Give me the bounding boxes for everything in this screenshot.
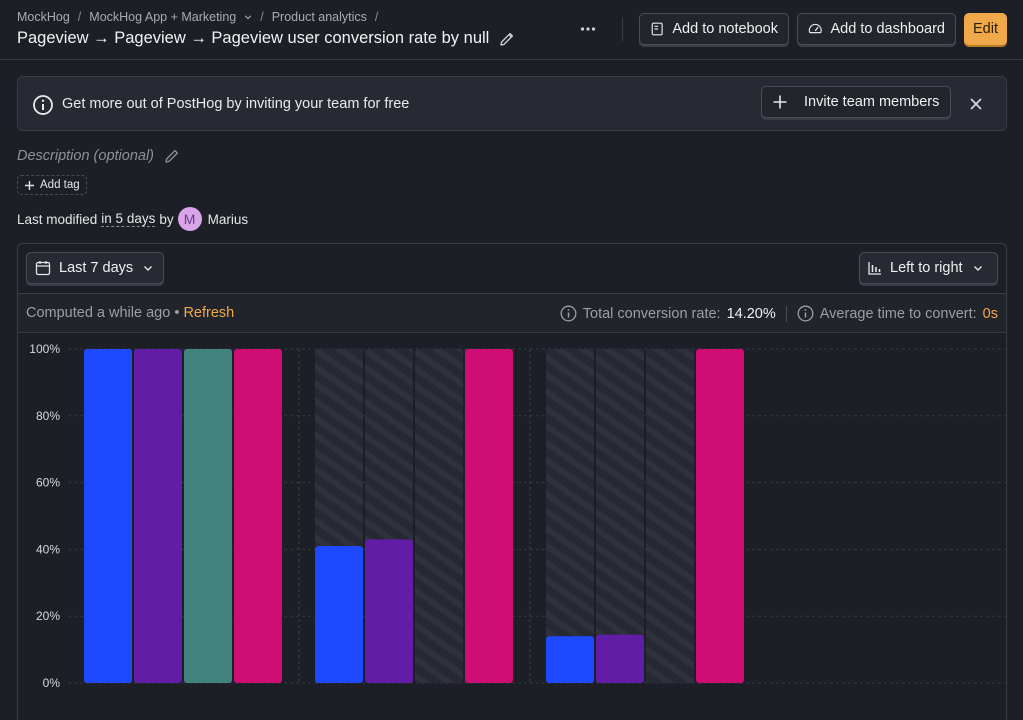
bar-background (596, 349, 644, 683)
add-to-dashboard-button[interactable]: Add to dashboard (797, 13, 956, 45)
toolbar-divider (622, 17, 623, 41)
add-to-notebook-label: Add to notebook (672, 21, 778, 37)
panel-header: Last 7 days Left to right (18, 244, 1006, 294)
dots-horizontal-icon (580, 27, 596, 31)
breadcrumb: MockHog / MockHog App + Marketing / Prod… (17, 10, 386, 24)
funnel-status-row: Computed a while ago • Refresh Total con… (18, 294, 1006, 333)
bar-background (546, 349, 594, 683)
modified-by: by (159, 211, 174, 227)
avg-time-value: 0s (982, 305, 998, 322)
pencil-icon[interactable] (499, 31, 515, 47)
modified-time: in 5 days (101, 211, 156, 227)
bar-background (415, 349, 463, 683)
plus-icon (773, 95, 787, 109)
breadcrumb-project-label: MockHog App + Marketing (89, 10, 237, 24)
add-to-dashboard-label: Add to dashboard (830, 21, 945, 37)
edit-label: Edit (973, 21, 998, 37)
funnel-bar (365, 539, 413, 683)
conversion-totals: Total conversion rate: 14.20% Average ti… (560, 305, 998, 322)
close-icon[interactable] (968, 96, 984, 112)
y-tick-label: 20% (36, 609, 60, 623)
page-title-text: Pageview → Pageview → Pageview user conv… (17, 29, 490, 47)
breadcrumb-project[interactable]: MockHog App + Marketing (89, 10, 252, 24)
description-placeholder: Description (optional) (17, 148, 155, 164)
date-range-value: Last 7 days (59, 260, 134, 276)
computed-bullet: • (174, 305, 180, 321)
y-tick-label: 40% (36, 542, 60, 556)
gauge-icon (808, 23, 822, 34)
pencil-icon[interactable] (164, 148, 180, 164)
divider (785, 305, 787, 322)
breadcrumb-separator: / (260, 10, 264, 24)
bar-background (646, 349, 694, 683)
description-field[interactable]: Description (optional) (17, 148, 180, 164)
add-to-notebook-button[interactable]: Add to notebook (639, 13, 789, 45)
funnel-bar (596, 634, 644, 683)
layout-value: Left to right (890, 260, 963, 276)
invite-banner: Get more out of PostHog by inviting your… (17, 76, 1007, 131)
avatar: M (177, 207, 202, 231)
funnel-panel: Last 7 days Left to right Computed a whi… (17, 243, 1007, 720)
refresh-link[interactable]: Refresh (183, 305, 234, 321)
date-range-dropdown[interactable]: Last 7 days (26, 252, 164, 284)
modified-prefix: Last modified (17, 211, 98, 227)
layout-dropdown[interactable]: Left to right (859, 252, 998, 284)
funnel-bar (134, 349, 182, 683)
funnel-bar (315, 546, 363, 683)
breadcrumb-section[interactable]: Product analytics (272, 10, 367, 24)
funnel-bar-chart: 0% 20% 40% 60% 80% 100% (29, 342, 1006, 690)
last-modified: Last modified in 5 days by M Marius (17, 207, 248, 231)
author-name: Marius (207, 211, 249, 227)
funnel-bar (184, 349, 232, 683)
add-tag-button[interactable]: Add tag (17, 175, 87, 195)
bar-chart-icon (868, 262, 881, 275)
funnel-bar (234, 349, 282, 683)
breadcrumb-separator: / (77, 10, 82, 24)
total-conversion-value: 14.20% (726, 305, 776, 322)
funnel-bar (465, 349, 513, 683)
top-bar: MockHog / MockHog App + Marketing / Prod… (0, 0, 1023, 60)
info-icon[interactable] (560, 305, 577, 322)
more-options-button[interactable] (576, 18, 600, 40)
y-tick-label: 100% (29, 342, 60, 356)
funnel-bar (546, 636, 594, 683)
breadcrumb-separator: / (374, 10, 379, 24)
chevron-down-icon (973, 266, 982, 271)
invite-team-members-label: Invite team members (804, 94, 940, 110)
plus-icon (25, 180, 34, 190)
invite-team-members-button[interactable]: Invite team members (761, 86, 951, 118)
computed-text: Computed a while ago (26, 305, 171, 321)
computed-status: Computed a while ago • Refresh (26, 305, 234, 321)
info-icon[interactable] (797, 305, 814, 322)
edit-button[interactable]: Edit (964, 13, 1007, 45)
y-tick-label: 80% (36, 409, 60, 423)
banner-message: Get more out of PostHog by inviting your… (62, 96, 410, 112)
info-icon (33, 95, 53, 115)
funnel-bar (84, 349, 132, 683)
y-tick-label: 60% (36, 476, 60, 490)
funnel-bar (696, 349, 744, 683)
breadcrumb-org[interactable]: MockHog (17, 10, 70, 24)
notebook-icon (651, 22, 663, 36)
add-tag-label: Add tag (40, 179, 80, 191)
total-conversion-label: Total conversion rate: (582, 305, 721, 322)
avg-time-label: Average time to convert: (819, 305, 977, 322)
y-tick-label: 0% (43, 676, 61, 690)
chevron-down-icon (245, 15, 252, 20)
chevron-down-icon (144, 266, 153, 271)
page-title[interactable]: Pageview → Pageview → Pageview user conv… (17, 29, 515, 48)
calendar-icon (35, 261, 51, 276)
